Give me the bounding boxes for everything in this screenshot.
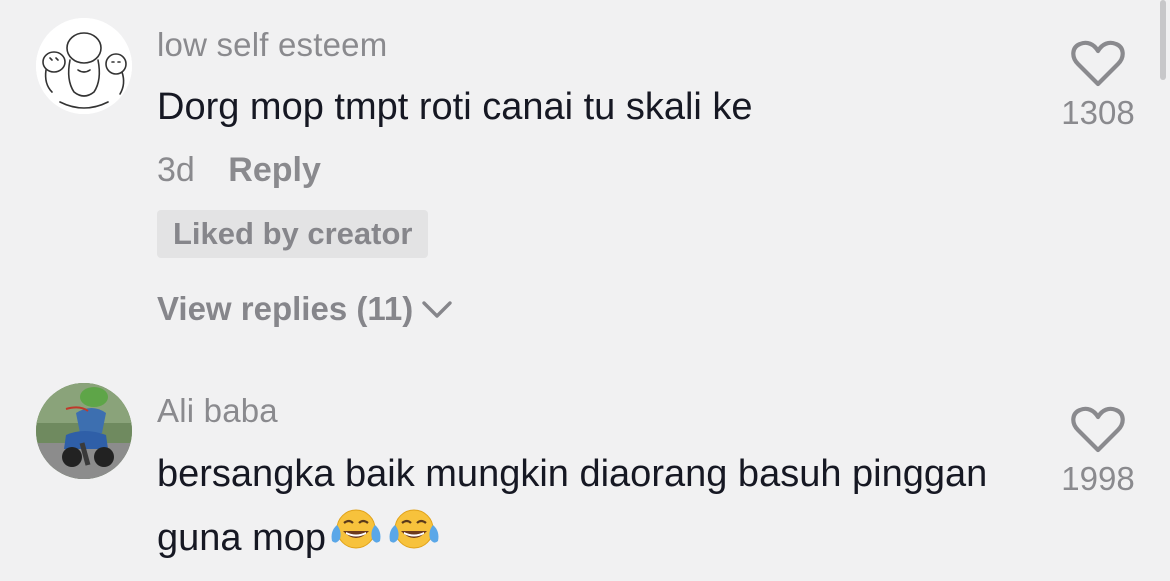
chevron-down-icon	[422, 301, 452, 318]
comment-meta: 3d Reply	[157, 151, 321, 190]
like-control: 1998	[1048, 406, 1148, 498]
like-count: 1998	[1061, 460, 1135, 497]
face-with-tears-of-joy-icon	[386, 507, 442, 573]
avatar-sketch-image	[36, 18, 132, 114]
view-replies-button[interactable]: View replies (11)	[157, 290, 453, 328]
view-replies-label: View replies (11)	[157, 290, 414, 327]
avatar[interactable]	[36, 18, 132, 114]
comment-text-content: bersangka baik mungkin diaorang basuh pi…	[157, 453, 988, 559]
heart-outline-icon[interactable]	[1071, 40, 1125, 88]
like-count: 1308	[1061, 94, 1135, 131]
avatar-photo-image	[36, 383, 132, 479]
heart-outline-icon[interactable]	[1071, 406, 1125, 454]
reply-button[interactable]: Reply	[228, 151, 321, 190]
comment-text: Dorg mop tmpt roti canai tu skali ke	[157, 86, 753, 128]
face-with-tears-of-joy-icon	[328, 507, 384, 573]
like-control: 1308	[1048, 40, 1148, 132]
liked-by-creator-badge: Liked by creator	[157, 210, 429, 258]
scrollbar[interactable]	[1160, 0, 1166, 80]
username[interactable]: Ali baba	[157, 392, 278, 430]
username[interactable]: low self esteem	[157, 26, 387, 64]
comment-time: 3d	[157, 151, 195, 189]
comment-item: low self esteem Dorg mop tmpt roti canai…	[0, 0, 1170, 370]
comment-text: bersangka baik mungkin diaorang basuh pi…	[157, 442, 1017, 573]
avatar[interactable]	[36, 383, 132, 479]
comment-item: Ali baba bersangka baik mungkin diaorang…	[0, 370, 1170, 581]
